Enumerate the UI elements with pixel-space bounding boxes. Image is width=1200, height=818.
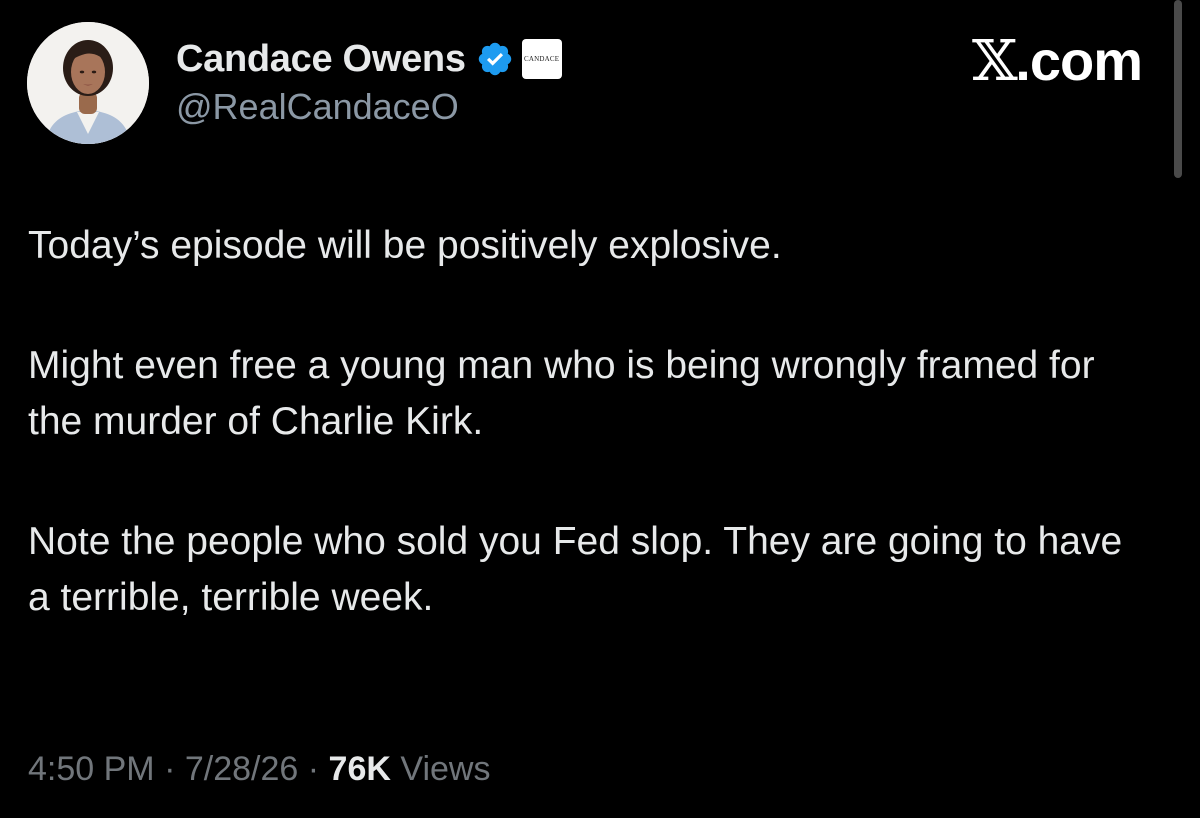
x-logo: 𝕏.com — [971, 28, 1143, 94]
author-name-row: Candace Owens CANDACE — [176, 34, 562, 84]
author-handle[interactable]: @RealCandaceO — [176, 86, 459, 128]
avatar-image — [27, 22, 149, 144]
views-label: Views — [400, 750, 491, 788]
views-count: 76K — [328, 750, 391, 788]
tweet-body: Today’s episode will be positively explo… — [28, 218, 1148, 626]
tweet-time[interactable]: 4:50 PM — [28, 750, 155, 788]
tweet-date[interactable]: 7/28/26 — [185, 750, 298, 788]
tweet-paragraph: Today’s episode will be positively explo… — [28, 224, 782, 267]
scrollbar[interactable] — [1174, 0, 1182, 178]
meta-separator: · — [164, 750, 176, 788]
tweet-paragraph: Note the people who sold you Fed slop. T… — [28, 520, 1123, 619]
x-logo-icon: 𝕏 — [971, 29, 1018, 94]
tweet-meta: 4:50 PM · 7/28/26 · 76K Views — [28, 750, 490, 789]
meta-separator: · — [307, 750, 320, 788]
avatar[interactable] — [27, 22, 149, 144]
tweet-card: Candace Owens CANDACE @RealCandaceO 𝕏.co… — [0, 0, 1200, 818]
affiliate-badge-icon[interactable]: CANDACE — [521, 39, 562, 79]
tweet-paragraph: Might even free a young man who is being… — [28, 344, 1095, 443]
verified-badge-icon[interactable] — [476, 40, 514, 78]
author-display-name[interactable]: Candace Owens — [176, 38, 466, 81]
affiliate-badge-label: CANDACE — [524, 55, 560, 63]
brand-domain: .com — [1015, 29, 1143, 92]
